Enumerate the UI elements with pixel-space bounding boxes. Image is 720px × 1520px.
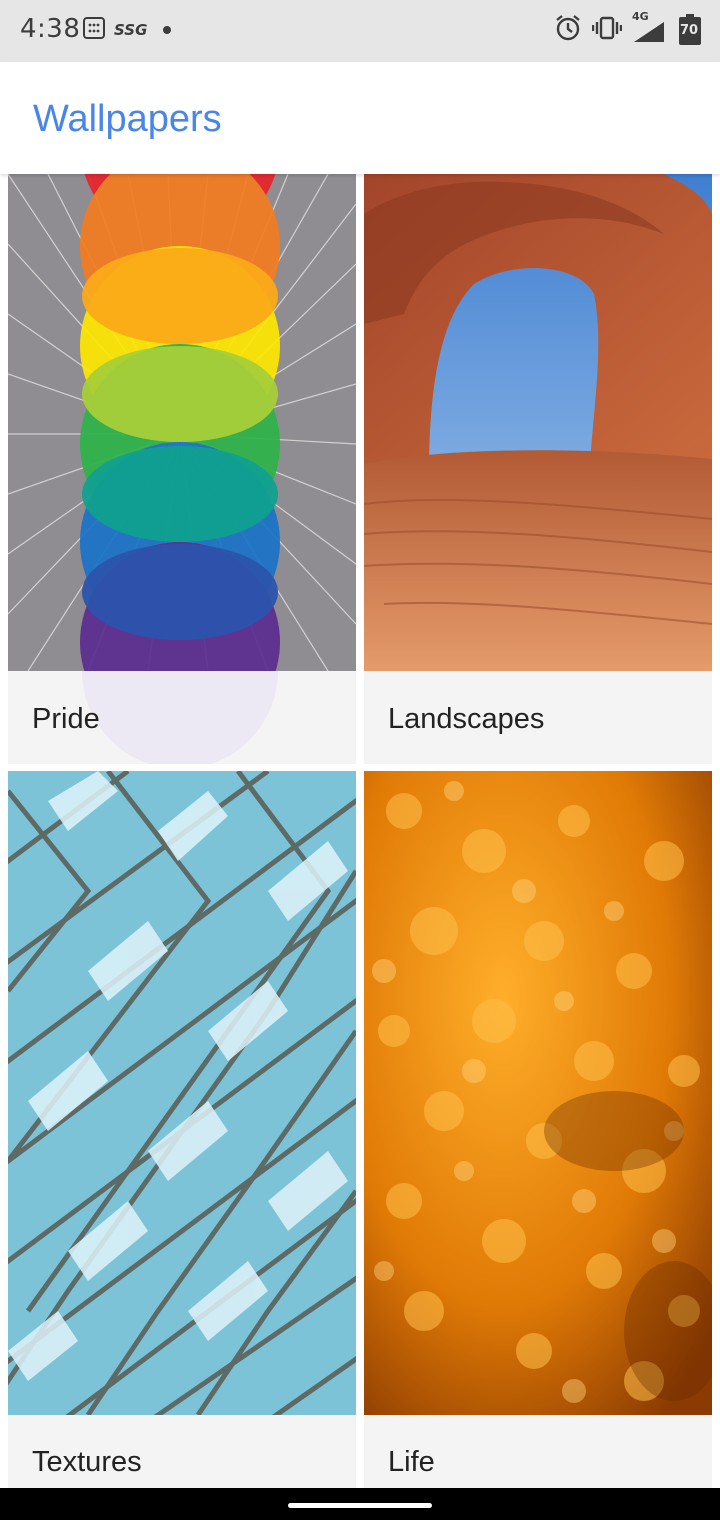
landscapes-thumbnail (364, 174, 712, 671)
category-label-textures: Textures (32, 1446, 142, 1478)
status-carrier-text: SSG (114, 21, 148, 39)
category-tile-textures[interactable]: Textures (8, 771, 356, 1488)
battery-icon: 70 (678, 14, 702, 46)
status-right-icons: 4G 70 (554, 10, 702, 46)
category-label-pride: Pride (32, 703, 100, 735)
textures-thumbnail (8, 771, 356, 1415)
status-left-icons: SSG (82, 16, 172, 44)
page-title: Wallpapers (33, 98, 222, 140)
status-bar: 4:38 SSG 4G 70 (0, 0, 720, 62)
message-icon (82, 16, 106, 44)
life-thumbnail (364, 771, 712, 1415)
category-tile-pride[interactable]: Pride (8, 174, 356, 764)
category-label-landscapes: Landscapes (388, 703, 545, 735)
pride-thumbnail (8, 174, 356, 671)
network-type-text: 4G (632, 10, 649, 23)
category-label-life: Life (388, 1446, 435, 1478)
home-gesture-handle[interactable] (288, 1503, 432, 1508)
status-time: 4:38 (20, 14, 81, 44)
vibrate-icon (591, 15, 623, 45)
wallpaper-category-grid: Pride Landscapes Textures Life (0, 174, 720, 1488)
category-tile-landscapes[interactable]: Landscapes (364, 174, 712, 764)
notification-dot-icon (163, 26, 172, 34)
alarm-icon (554, 14, 582, 46)
signal-icon: 4G (632, 10, 668, 44)
app-bar: Wallpapers (0, 62, 720, 174)
battery-level-text: 70 (680, 23, 699, 38)
system-navigation-bar (0, 1488, 720, 1520)
category-tile-life[interactable]: Life (364, 771, 712, 1488)
